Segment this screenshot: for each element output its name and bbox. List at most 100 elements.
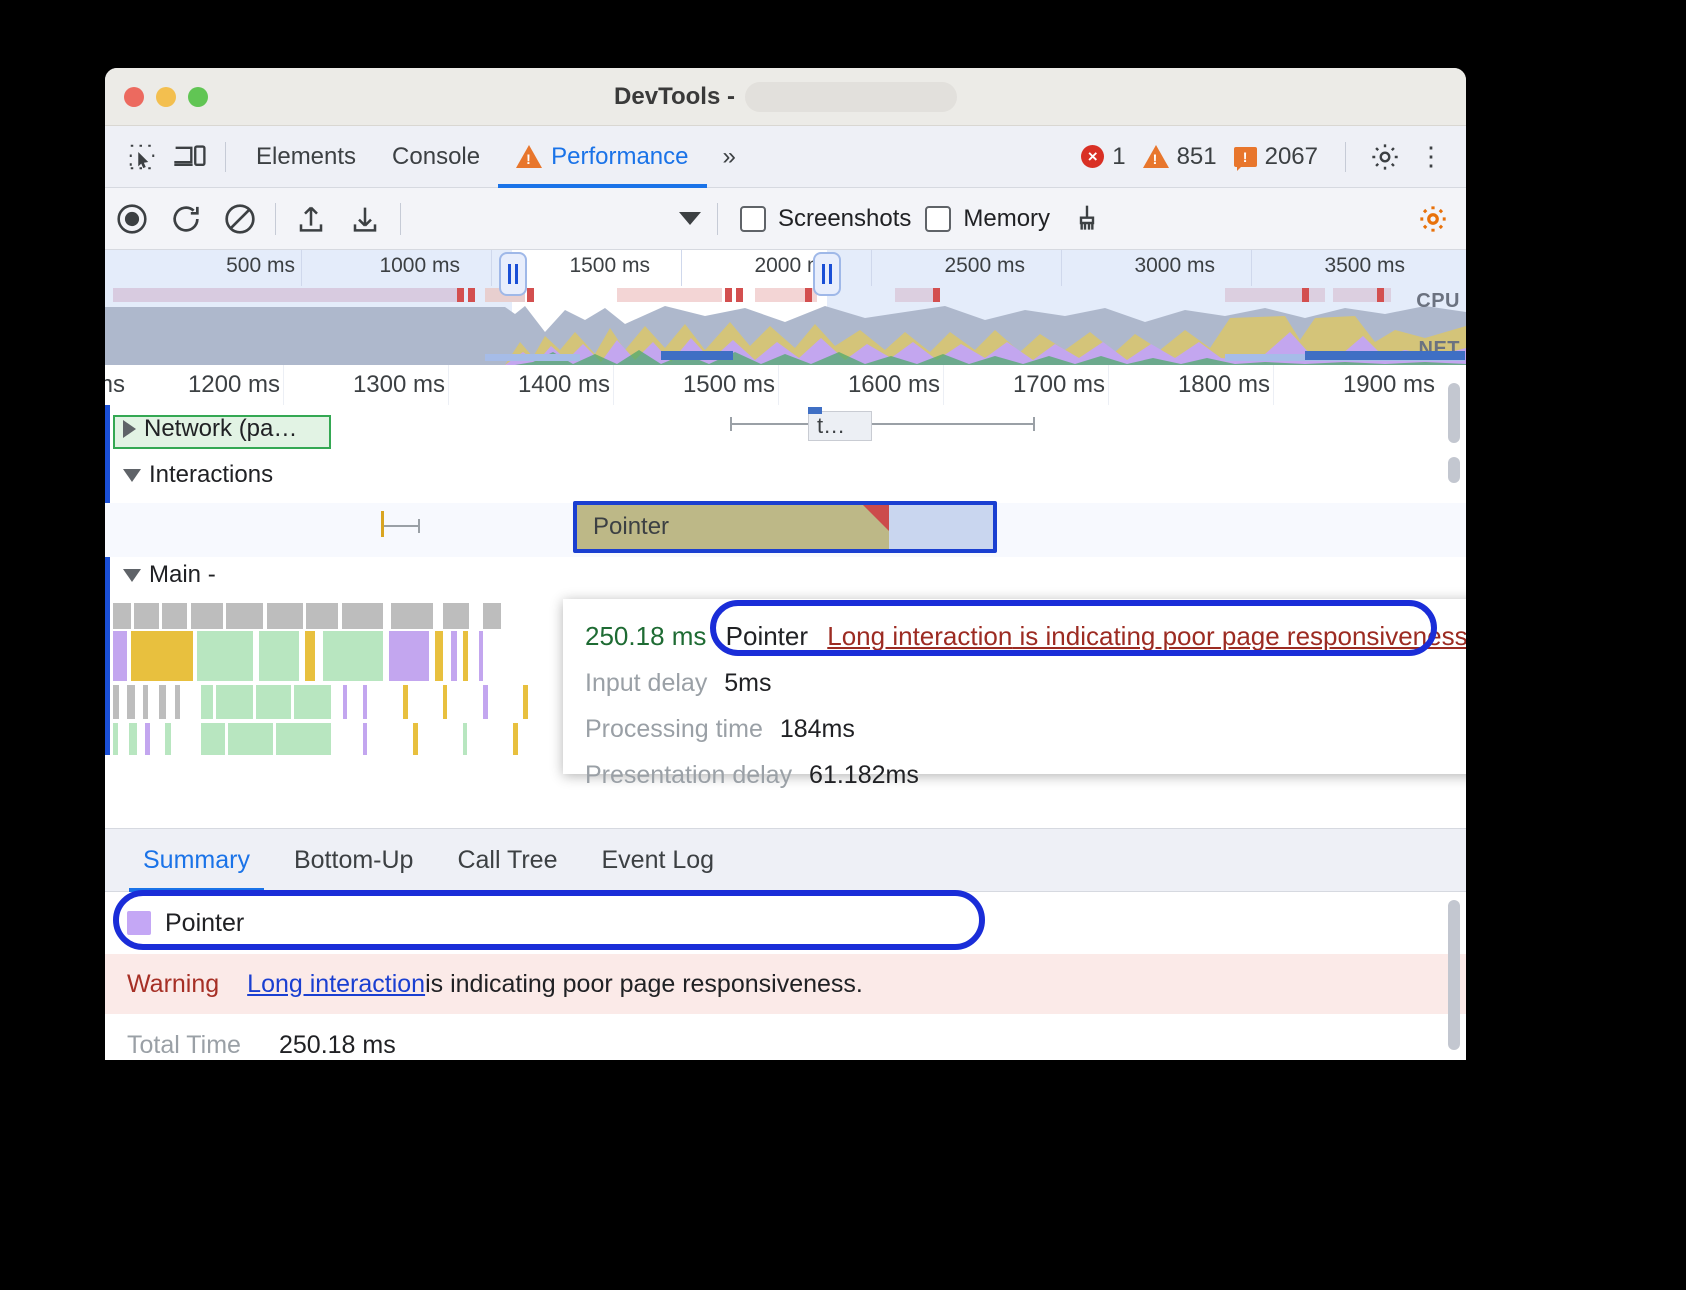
timeline-tick: 1800 ms xyxy=(1110,371,1270,399)
trace-selector-dropdown[interactable] xyxy=(409,199,709,239)
timeline-tick: 1500 ms xyxy=(615,371,775,399)
tab-bottom-up[interactable]: Bottom-Up xyxy=(272,828,435,892)
overview-tick: 1000 ms xyxy=(310,254,460,278)
timeline-gridline xyxy=(1108,365,1109,405)
overview-gridline xyxy=(1251,250,1252,286)
chevron-down-icon[interactable] xyxy=(123,569,141,582)
overview-tick: 3500 ms xyxy=(1255,254,1405,278)
brush-icon[interactable] xyxy=(1060,192,1114,246)
toolbar-divider xyxy=(225,142,226,172)
overview-net-bar xyxy=(661,351,733,360)
pointer-interaction-bar[interactable]: Pointer xyxy=(573,501,997,553)
details-panel: Summary Bottom-Up Call Tree Event Log Po… xyxy=(105,828,1466,1060)
issue-counter[interactable]: ! 2067 xyxy=(1230,143,1322,171)
chevron-down-icon[interactable] xyxy=(123,469,141,482)
network-request-line xyxy=(730,423,1035,425)
screenshots-checkbox[interactable] xyxy=(740,206,766,232)
close-window-button[interactable] xyxy=(124,87,144,107)
flamechart-scrollbar-handle[interactable] xyxy=(1448,457,1460,483)
tab-summary[interactable]: Summary xyxy=(121,828,272,892)
device-toolbar-icon[interactable] xyxy=(169,138,211,176)
tab-call-tree[interactable]: Call Tree xyxy=(435,828,579,892)
clear-icon[interactable] xyxy=(213,192,267,246)
warning-count: 851 xyxy=(1177,143,1217,171)
track-main[interactable]: Main - xyxy=(105,561,1466,601)
tooltip-row-key: Presentation delay xyxy=(585,761,792,789)
timeline-tick: 1300 ms xyxy=(285,371,445,399)
upload-icon[interactable] xyxy=(284,192,338,246)
interaction-tick-line xyxy=(384,525,420,527)
overview-gridline xyxy=(681,250,682,286)
tab-event-log-label: Event Log xyxy=(602,846,715,875)
tooltip-row-value: 5ms xyxy=(724,669,771,697)
tab-elements-label: Elements xyxy=(256,143,356,171)
settings-gear-icon[interactable] xyxy=(1369,141,1401,173)
overview-net-bar xyxy=(1305,351,1465,360)
network-request-marker xyxy=(808,407,822,414)
network-request-event[interactable]: t… xyxy=(808,411,872,441)
maximize-window-button[interactable] xyxy=(188,87,208,107)
overview-network-marker xyxy=(1377,288,1384,302)
summary-scrollbar-thumb[interactable] xyxy=(1448,900,1460,1050)
overview-network-marker xyxy=(933,288,940,302)
memory-label: Memory xyxy=(963,205,1050,233)
record-icon[interactable] xyxy=(105,192,159,246)
tab-performance-label: Performance xyxy=(551,143,688,171)
track-interactions[interactable]: Interactions xyxy=(105,461,1466,501)
tab-event-log[interactable]: Event Log xyxy=(580,828,737,892)
overview-network-strip xyxy=(113,288,458,302)
track-network-title[interactable]: Network (pa… xyxy=(105,415,297,443)
timeline-overview[interactable]: 500 ms 1000 ms 1500 ms 2000 ms 2500 ms 3… xyxy=(105,250,1466,365)
screenshots-checkbox-group[interactable]: Screenshots xyxy=(740,205,911,233)
overview-tick: 500 ms xyxy=(145,254,295,278)
track-main-title[interactable]: Main - xyxy=(105,561,216,589)
summary-warning-link[interactable]: Long interaction xyxy=(247,970,425,999)
overview-network-strip xyxy=(617,288,722,302)
memory-checkbox[interactable] xyxy=(925,206,951,232)
tooltip-warning-link[interactable]: Long interaction xyxy=(827,621,1012,651)
overview-network-marker xyxy=(457,288,464,302)
overview-window-handle-right[interactable] xyxy=(813,252,841,296)
flamechart-scrollbar-thumb[interactable] xyxy=(1448,383,1460,443)
window-title: DevTools - xyxy=(614,83,735,111)
cpu-lane-label: CPU xyxy=(1416,290,1460,313)
overview-tick: 2500 ms xyxy=(875,254,1025,278)
network-request-cap xyxy=(1033,417,1035,431)
memory-checkbox-group[interactable]: Memory xyxy=(925,205,1050,233)
overview-window-handle-left[interactable] xyxy=(499,252,527,296)
inspect-icon[interactable] xyxy=(121,138,163,176)
tooltip-row-input-delay: Input delay 5ms xyxy=(563,669,1466,698)
track-network[interactable]: Network (pa… t… xyxy=(105,409,1466,457)
overview-gridline xyxy=(491,250,492,286)
track-interactions-title[interactable]: Interactions xyxy=(105,461,273,489)
timeline-gridline xyxy=(448,365,449,405)
tab-elements[interactable]: Elements xyxy=(238,126,374,188)
screenshots-label: Screenshots xyxy=(778,205,911,233)
event-tooltip: 250.18 ms Pointer Long interaction is in… xyxy=(563,599,1466,774)
more-options-icon[interactable]: ⋮ xyxy=(1410,141,1460,172)
more-tabs-icon[interactable]: » xyxy=(707,143,750,171)
toolbar-divider xyxy=(717,203,718,235)
timeline-tick: 1900 ms xyxy=(1275,371,1435,399)
track-network-label: Network (pa… xyxy=(144,415,297,443)
timeline-gridline xyxy=(613,365,614,405)
tooltip-warning-text: is indicating poor page responsiveness. xyxy=(1012,621,1466,651)
chevron-right-icon[interactable] xyxy=(123,420,136,438)
capture-settings-gear-icon[interactable] xyxy=(1406,192,1460,246)
network-request-cap xyxy=(730,417,732,431)
reload-and-record-icon[interactable] xyxy=(159,192,213,246)
tab-performance[interactable]: ! Performance xyxy=(498,126,706,188)
overview-network-marker xyxy=(805,288,812,302)
summary-event-name: Pointer xyxy=(165,909,244,938)
minimize-window-button[interactable] xyxy=(156,87,176,107)
overview-network-strip xyxy=(1225,288,1325,302)
warning-counter[interactable]: 851 xyxy=(1139,143,1221,171)
overview-network-marker xyxy=(1302,288,1309,302)
error-counter[interactable]: × 1 xyxy=(1077,143,1129,171)
overview-network-strip xyxy=(895,288,937,302)
interaction-tick-cap xyxy=(418,519,420,533)
download-icon[interactable] xyxy=(338,192,392,246)
issue-count: 2067 xyxy=(1265,143,1318,171)
toolbar-divider xyxy=(400,203,401,235)
tab-console[interactable]: Console xyxy=(374,126,498,188)
